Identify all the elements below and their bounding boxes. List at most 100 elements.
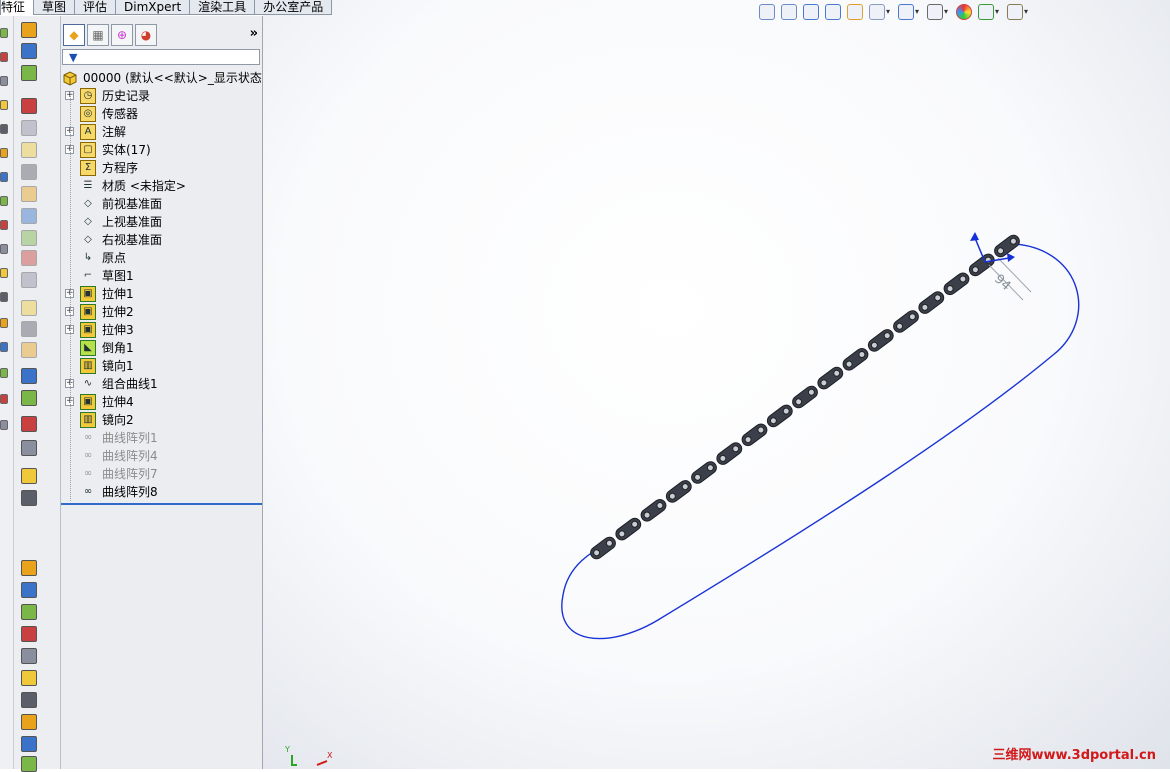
feature-tool-icon[interactable] [21,98,37,114]
tool-icon[interactable] [0,318,8,328]
chain-link[interactable] [689,459,719,485]
tool-icon[interactable] [0,100,8,110]
tool-icon[interactable] [0,292,8,302]
chain-link[interactable] [942,271,972,297]
tree-item[interactable]: ∞ 曲线阵列1 [61,429,262,447]
feature-tool-icon[interactable] [21,582,37,598]
tree-item[interactable]: ◣ 倒角1 [61,339,262,357]
chain-link[interactable] [765,403,795,429]
tool-icon[interactable] [0,220,8,230]
feature-tool-icon[interactable] [21,164,37,180]
feature-tool-icon[interactable] [21,468,37,484]
configuration-manager-icon[interactable]: ⊕ [111,24,133,46]
feature-tool-icon[interactable] [21,230,37,246]
tree-item[interactable]: + ▣ 拉伸2 [61,303,262,321]
tree-item[interactable]: ☰ 材质 <未指定> [61,177,262,195]
tree-item[interactable]: ↳ 原点 [61,249,262,267]
tree-item[interactable]: + ▣ 拉伸3 [61,321,262,339]
tree-item[interactable]: ∞ 曲线阵列4 [61,447,262,465]
command-tab-0[interactable]: 特征 [0,0,35,15]
feature-tool-icon[interactable] [21,440,37,456]
tool-icon[interactable] [0,52,8,62]
command-tab-3[interactable]: DimXpert [115,0,191,15]
command-tab-2[interactable]: 评估 [74,0,117,15]
feature-tool-icon[interactable] [21,648,37,664]
expand-panel-button[interactable]: » [250,26,258,41]
command-tab-5[interactable]: 办公室产品 [254,0,333,15]
feature-tool-icon[interactable] [21,692,37,708]
tool-icon[interactable] [0,148,8,158]
chain-link[interactable] [613,516,643,542]
tool-icon[interactable] [0,342,8,352]
tree-item[interactable]: Σ 方程序 [61,159,262,177]
tool-icon[interactable] [0,76,8,86]
tree-item[interactable]: + ▣ 拉伸4 [61,393,262,411]
feature-filter-input[interactable]: ▼ [62,49,260,65]
feature-tool-icon[interactable] [21,490,37,506]
tree-item[interactable]: ◇ 前视基准面 [61,195,262,213]
dimension-annotation[interactable]: 94 [988,257,1032,301]
tool-icon[interactable] [0,420,8,430]
chain-link[interactable] [588,535,618,561]
feature-tool-icon[interactable] [21,142,37,158]
rollback-bar[interactable] [61,503,262,505]
feature-manager-icon[interactable]: ◆ [63,24,85,46]
feature-tool-icon[interactable] [21,626,37,642]
tree-item[interactable]: ∞ 曲线阵列8 [61,483,262,501]
chain-link[interactable] [639,497,669,523]
feature-tool-icon[interactable] [21,22,37,38]
feature-tool-icon[interactable] [21,390,37,406]
feature-tool-icon[interactable] [21,670,37,686]
feature-tool-icon[interactable] [21,321,37,337]
chain-link[interactable] [916,289,946,315]
feature-tool-icon[interactable] [21,736,37,752]
chain-link[interactable] [815,365,845,391]
tree-item[interactable]: + ▣ 拉伸1 [61,285,262,303]
chain-link[interactable] [714,440,744,466]
tree-item[interactable]: + ∿ 组合曲线1 [61,375,262,393]
feature-tool-icon[interactable] [21,43,37,59]
tool-icon[interactable] [0,196,8,206]
tree-item[interactable]: + A 注解 [61,123,262,141]
feature-tool-icon[interactable] [21,65,37,81]
feature-tool-icon[interactable] [21,186,37,202]
composite-curve-path[interactable] [561,243,1080,640]
chain-link[interactable] [790,384,820,410]
feature-tool-icon[interactable] [21,368,37,384]
feature-tool-icon[interactable] [21,342,37,358]
feature-tool-icon[interactable] [21,416,37,432]
feature-tool-icon[interactable] [21,560,37,576]
command-tab-1[interactable]: 草图 [33,0,76,15]
tree-item[interactable]: ▥ 镜向2 [61,411,262,429]
chain-link[interactable] [841,346,871,372]
chain-link[interactable] [992,233,1022,259]
feature-tool-icon[interactable] [21,604,37,620]
feature-tool-icon[interactable] [21,756,37,772]
tool-icon[interactable] [0,172,8,182]
tree-item[interactable]: ∞ 曲线阵列7 [61,465,262,483]
tree-item[interactable]: + ◷ 历史记录 [61,87,262,105]
tool-icon[interactable] [0,394,8,404]
tree-item[interactable]: ⌐ 草图1 [61,267,262,285]
tool-icon[interactable] [0,244,8,254]
tool-icon[interactable] [0,124,8,134]
feature-tool-icon[interactable] [21,272,37,288]
tree-item[interactable]: ◇ 右视基准面 [61,231,262,249]
tool-icon[interactable] [0,368,8,378]
tree-root[interactable]: 00000 (默认<<默认>_显示状态 [61,69,262,87]
graphics-area[interactable]: ▾ ▾ ▾ ▾ ▾ 94 Y X 三维网www.3dportal.cn [263,0,1170,769]
feature-tool-icon[interactable] [21,300,37,316]
feature-tool-icon[interactable] [21,120,37,136]
feature-tool-icon[interactable] [21,714,37,730]
tool-icon[interactable] [0,28,8,38]
chain-link[interactable] [866,327,896,353]
tree-item[interactable]: + ▢ 实体(17) [61,141,262,159]
tool-icon[interactable] [0,268,8,278]
display-manager-icon[interactable]: ◕ [135,24,157,46]
chain-link[interactable] [891,308,921,334]
feature-tool-icon[interactable] [21,250,37,266]
command-tab-4[interactable]: 渲染工具 [189,0,256,15]
chain-link[interactable] [664,478,694,504]
property-manager-icon[interactable]: ▦ [87,24,109,46]
tree-item[interactable]: ▥ 镜向1 [61,357,262,375]
